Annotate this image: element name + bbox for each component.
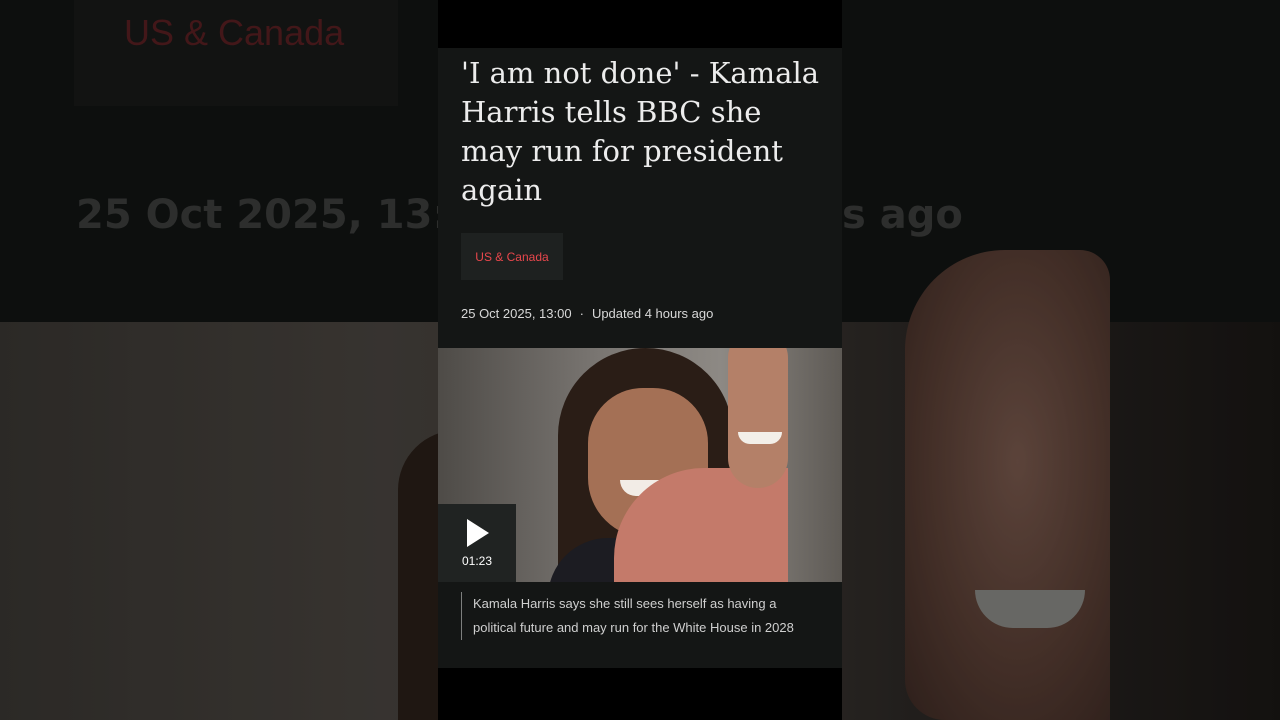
article-card: 'I am not done' - Kamala Harris tells BB… (438, 0, 842, 720)
play-video-button[interactable]: 01:23 (438, 504, 516, 582)
updated-time: Updated 4 hours ago (591, 306, 714, 321)
article-meta: 25 Oct 2025, 13:00 · Updated 4 hours ago (461, 306, 713, 321)
video-thumbnail[interactable]: 01:23 (438, 348, 842, 582)
overlay-person-head (728, 348, 788, 488)
video-caption: Kamala Harris says she still sees hersel… (461, 592, 811, 640)
topic-tag-us-canada[interactable]: US & Canada (461, 233, 563, 280)
play-icon (467, 519, 489, 547)
video-duration: 01:23 (461, 554, 493, 568)
article-panel: 'I am not done' - Kamala Harris tells BB… (438, 48, 842, 668)
published-date: 25 Oct 2025, 13:00 (461, 306, 572, 321)
article-headline: 'I am not done' - Kamala Harris tells BB… (461, 56, 820, 207)
overlay-person-smile (738, 432, 782, 444)
meta-separator: · (579, 306, 584, 321)
